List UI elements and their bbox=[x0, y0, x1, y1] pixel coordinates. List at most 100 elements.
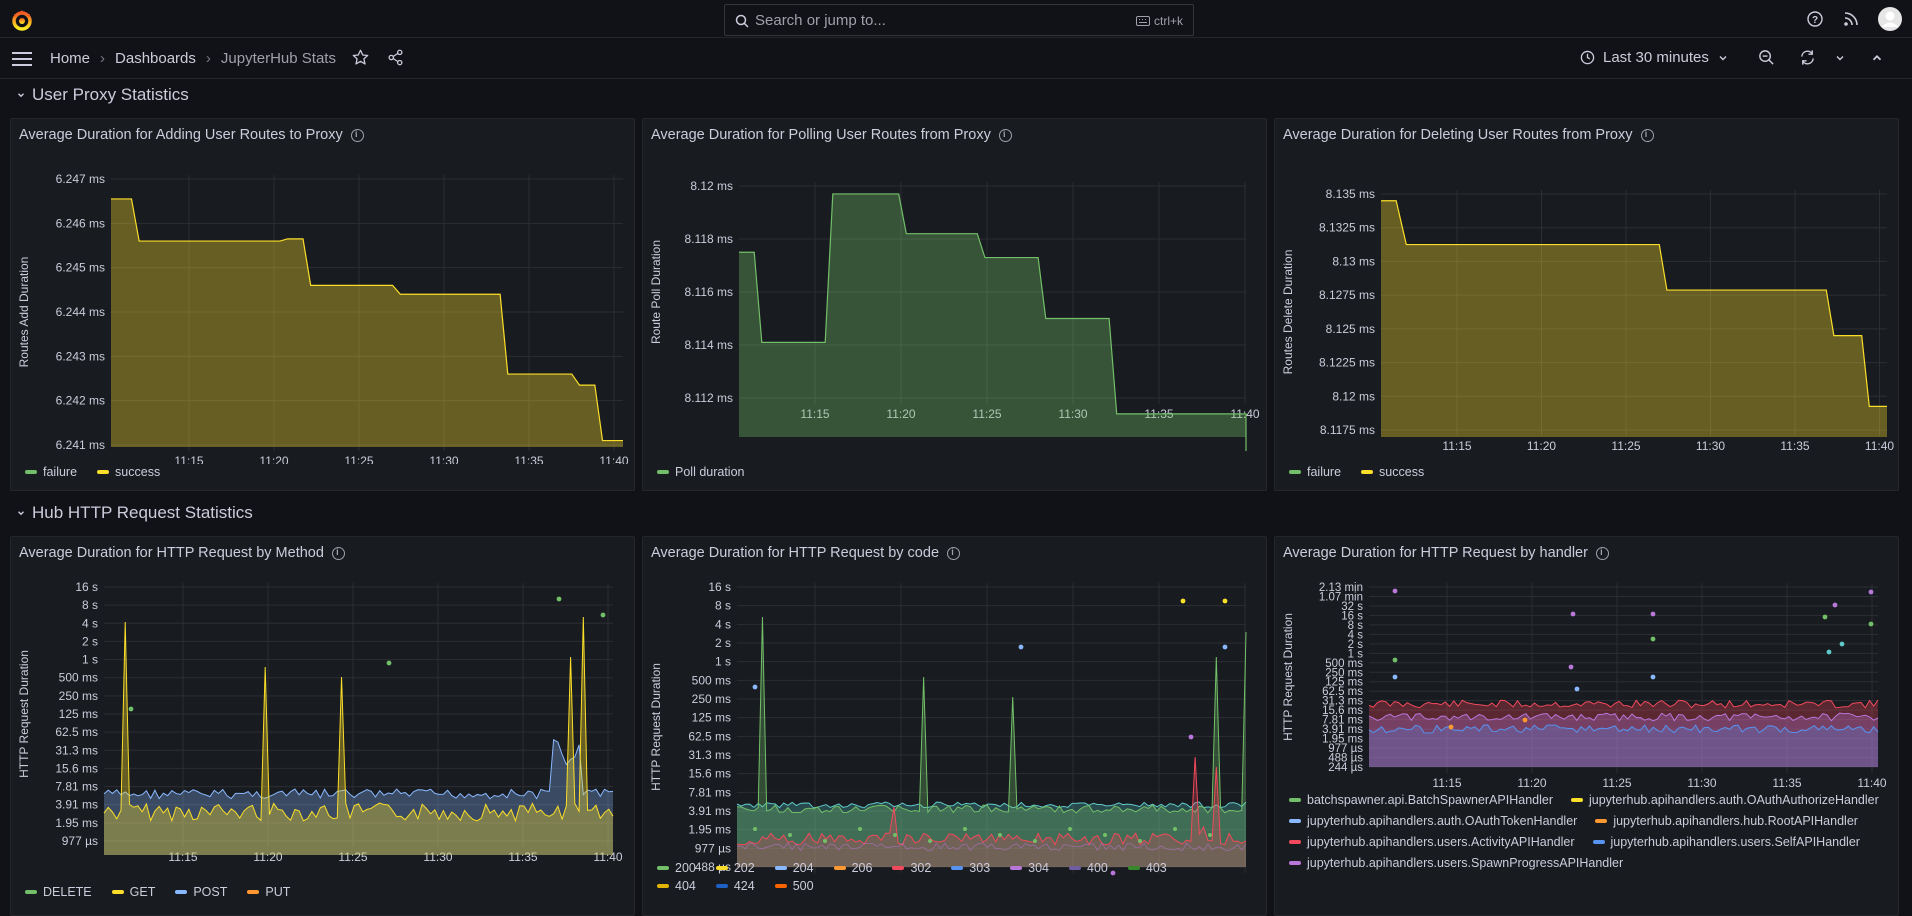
legend-item[interactable]: batchspawner.api.BatchSpawnerAPIHandler bbox=[1289, 793, 1553, 807]
handler-point bbox=[1832, 602, 1838, 608]
legend-label: 204 bbox=[792, 861, 814, 875]
panel-poll-user-routes[interactable]: Average Duration for Polling User Routes… bbox=[642, 118, 1267, 491]
legend-item[interactable]: POST bbox=[175, 885, 227, 899]
legend-item[interactable]: 304 bbox=[1010, 861, 1049, 875]
legend-item[interactable]: 202 bbox=[715, 861, 755, 875]
legend: DELETE GET POST PUT bbox=[25, 885, 290, 899]
y-tick-label: 31.3 ms bbox=[55, 743, 98, 757]
legend-item[interactable]: DELETE bbox=[25, 885, 92, 899]
info-icon[interactable] bbox=[350, 128, 364, 142]
legend-label: jupyterhub.apihandlers.users.SelfAPIHand… bbox=[1610, 835, 1860, 849]
y-tick-label: 62.5 ms bbox=[688, 729, 731, 743]
legend-item[interactable]: jupyterhub.apihandlers.users.SpawnProgre… bbox=[1289, 856, 1623, 870]
chart-http-handler[interactable]: 2.13 min1.07 min32 s16 s8 s4 s2 s1 s500 … bbox=[1275, 577, 1899, 792]
menu-icon[interactable] bbox=[12, 50, 34, 68]
chart-add-routes[interactable]: 6.247 ms 6.246 ms 6.245 ms 6.244 ms 6.243 ms… bbox=[11, 164, 635, 464]
legend-swatch bbox=[1289, 861, 1301, 865]
breadcrumb-dashboards[interactable]: Dashboards bbox=[115, 50, 196, 67]
info-icon[interactable] bbox=[998, 128, 1012, 142]
info-icon[interactable] bbox=[1640, 128, 1654, 142]
y-tick-label: 2 s bbox=[715, 636, 731, 650]
y-tick-label: 125 ms bbox=[692, 711, 731, 725]
chart-http-code[interactable]: 16 s 8 s 4 s 2 s 1 s 500 ms 250 ms 125 ms 62.5 m… bbox=[643, 577, 1267, 877]
legend-item[interactable]: 500 bbox=[774, 879, 814, 893]
user-avatar[interactable] bbox=[1878, 7, 1902, 31]
code-200-point bbox=[963, 827, 967, 831]
panel-delete-user-routes[interactable]: Average Duration for Deleting User Route… bbox=[1274, 118, 1899, 491]
row-hub-http-request-statistics[interactable]: Hub HTTP Request Statistics bbox=[16, 503, 253, 523]
data-point bbox=[1188, 734, 1194, 740]
row-user-proxy-statistics[interactable]: User Proxy Statistics bbox=[16, 85, 189, 105]
breadcrumb-home[interactable]: Home bbox=[50, 50, 90, 67]
search-bar[interactable]: Search or jump to... ctrl+k bbox=[724, 4, 1194, 36]
legend-item[interactable]: jupyterhub.apihandlers.users.SelfAPIHand… bbox=[1592, 835, 1860, 849]
legend-item[interactable]: GET bbox=[111, 885, 156, 899]
time-range-picker[interactable]: Last 30 minutes bbox=[1580, 49, 1729, 66]
share-icon[interactable] bbox=[387, 49, 404, 66]
legend-label: GET bbox=[129, 885, 156, 899]
clock-icon bbox=[1580, 50, 1595, 65]
legend-item[interactable]: 200 bbox=[657, 861, 696, 875]
zoom-out-icon[interactable] bbox=[1758, 49, 1775, 66]
legend-label: failure bbox=[1307, 465, 1342, 479]
x-tick-label: 11:35 bbox=[514, 454, 543, 464]
legend-item[interactable]: failure bbox=[25, 465, 77, 479]
info-icon[interactable] bbox=[1595, 546, 1609, 560]
legend-item[interactable]: 206 bbox=[833, 861, 872, 875]
legend-item[interactable]: 400 bbox=[1069, 861, 1108, 875]
legend-label: 424 bbox=[733, 879, 755, 893]
row-title: User Proxy Statistics bbox=[32, 85, 189, 104]
refresh-icon[interactable] bbox=[1799, 49, 1816, 66]
y-tick-label: 15.6 ms bbox=[688, 767, 731, 781]
legend-swatch bbox=[657, 884, 669, 888]
svg-text:?: ? bbox=[1812, 15, 1818, 26]
y-tick-label: 16 s bbox=[708, 580, 731, 594]
info-icon[interactable] bbox=[947, 546, 961, 560]
legend-item[interactable]: success bbox=[97, 465, 160, 479]
chevron-down-icon bbox=[1719, 55, 1727, 60]
legend-item[interactable]: 403 bbox=[1127, 861, 1167, 875]
news-feed-icon[interactable] bbox=[1842, 10, 1860, 28]
legend-item[interactable]: jupyterhub.apihandlers.users.ActivityAPI… bbox=[1289, 835, 1575, 849]
x-tick-label: 11:35 bbox=[1780, 439, 1809, 453]
handler-point bbox=[1826, 649, 1832, 655]
grafana-logo-icon[interactable] bbox=[10, 8, 34, 32]
refresh-interval-chevron-icon[interactable] bbox=[1834, 52, 1846, 64]
legend-swatch bbox=[111, 890, 124, 894]
legend-item[interactable]: 404 bbox=[657, 879, 696, 893]
legend-label: 202 bbox=[733, 861, 755, 875]
panel-http-by-code[interactable]: Average Duration for HTTP Request by cod… bbox=[642, 536, 1267, 916]
star-icon[interactable] bbox=[352, 49, 369, 66]
legend-item[interactable]: jupyterhub.apihandlers.auth.OAuthTokenHa… bbox=[1289, 814, 1577, 828]
chevron-down-icon bbox=[18, 93, 24, 98]
legend-swatch bbox=[774, 866, 787, 870]
panel-http-by-handler[interactable]: Average Duration for HTTP Request by han… bbox=[1274, 536, 1899, 916]
y-tick-label: 6.247 ms bbox=[56, 172, 105, 186]
code-200-point bbox=[1068, 827, 1072, 831]
legend-item[interactable]: 302 bbox=[892, 861, 931, 875]
chart-poll-routes[interactable]: 8.12 ms8.118 ms8.116 ms8.114 ms8.112 ms1… bbox=[643, 164, 1267, 464]
chart-http-method[interactable]: 16 s 8 s 4 s 2 s 1 s 500 ms 250 ms 125 ms 62.5 m… bbox=[11, 577, 635, 877]
legend-swatch bbox=[1592, 840, 1605, 844]
legend-item[interactable]: 424 bbox=[715, 879, 755, 893]
panel-http-by-method[interactable]: Average Duration for HTTP Request by Met… bbox=[10, 536, 635, 916]
legend-item[interactable]: jupyterhub.apihandlers.hub.RootAPIHandle… bbox=[1595, 814, 1858, 828]
legend-item[interactable]: PUT bbox=[247, 885, 290, 899]
x-tick-label: 11:15 bbox=[1432, 776, 1461, 790]
panel-add-user-routes[interactable]: Average Duration for Adding User Routes … bbox=[10, 118, 635, 491]
code-200-point bbox=[823, 839, 827, 843]
legend-swatch bbox=[774, 884, 787, 888]
help-icon[interactable]: ? bbox=[1806, 10, 1824, 28]
legend-item[interactable]: 204 bbox=[774, 861, 814, 875]
legend-item[interactable]: Poll duration bbox=[657, 465, 745, 479]
info-icon[interactable] bbox=[331, 546, 345, 560]
code-200-point bbox=[753, 827, 757, 831]
collapse-chevron-up-icon[interactable] bbox=[1870, 51, 1884, 65]
chart-delete-routes[interactable]: 8.135 ms 8.1325 ms 8.13 ms 8.1275 ms 8.125 m… bbox=[1275, 164, 1899, 464]
breadcrumb-current: JupyterHub Stats bbox=[220, 50, 336, 67]
y-tick-label: 1.95 ms bbox=[688, 823, 731, 837]
legend-item[interactable]: failure bbox=[1289, 465, 1341, 479]
legend-item[interactable]: 303 bbox=[951, 861, 990, 875]
legend-item[interactable]: jupyterhub.apihandlers.auth.OAuthAuthori… bbox=[1570, 793, 1879, 807]
legend-item[interactable]: success bbox=[1361, 465, 1424, 479]
